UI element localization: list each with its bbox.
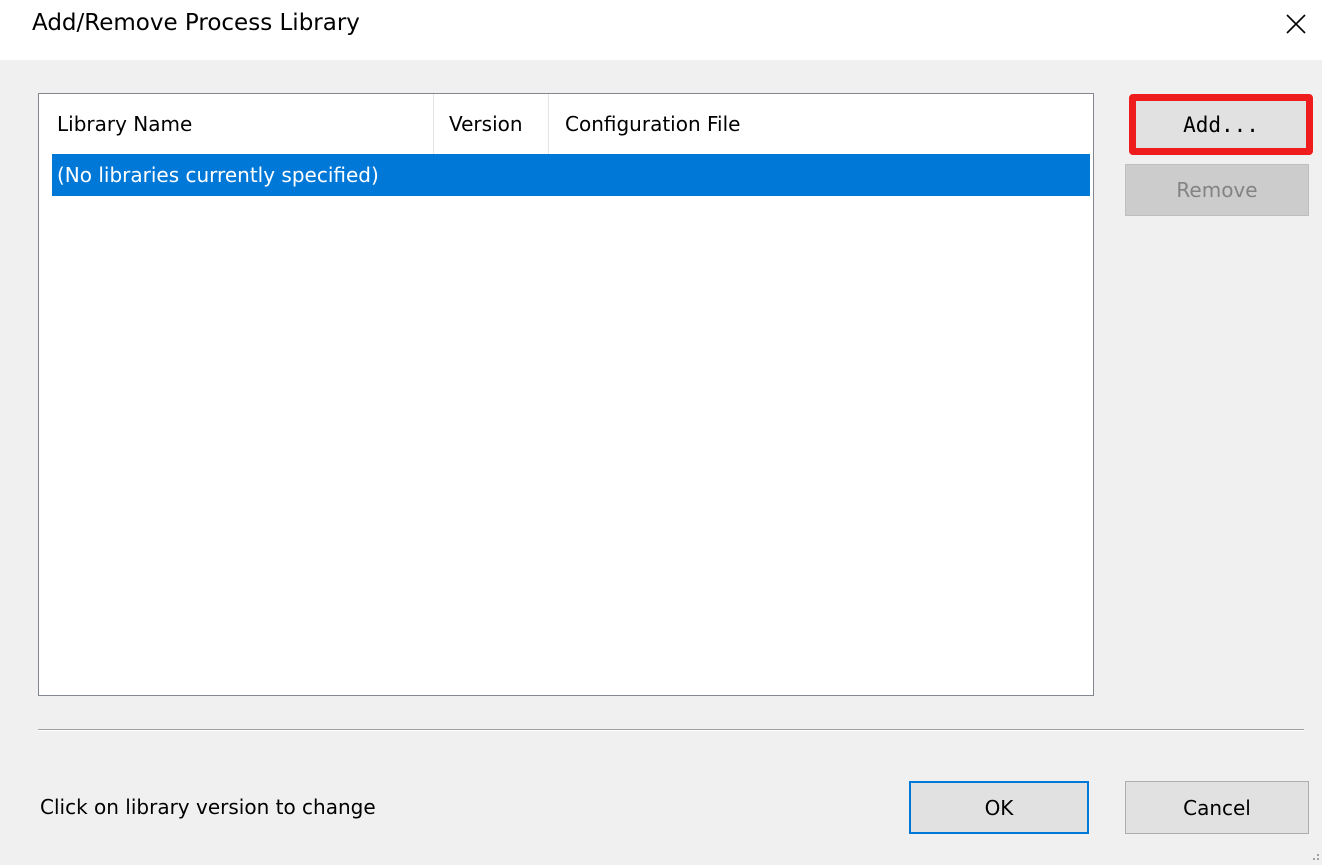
list-header: Library Name Version Configuration File [39,94,1093,154]
remove-button[interactable]: Remove [1125,164,1309,216]
dialog-window: Add/Remove Process Library Library Name … [0,0,1322,865]
resize-grip-icon[interactable] [1308,851,1320,863]
add-button-label: Add... [1183,112,1259,137]
column-header-library-name[interactable]: Library Name [39,94,434,154]
column-header-version[interactable]: Version [434,94,549,154]
add-button[interactable]: Add... [1129,94,1313,155]
dialog-title: Add/Remove Process Library [32,10,360,36]
list-item[interactable]: (No libraries currently specified) [52,154,1090,196]
column-header-configuration-file[interactable]: Configuration File [549,94,1093,154]
title-bar: Add/Remove Process Library [0,0,1322,60]
cancel-button[interactable]: Cancel [1125,781,1309,834]
ok-button[interactable]: OK [909,781,1089,834]
dialog-client-area: Library Name Version Configuration File … [0,60,1322,865]
divider [38,729,1304,731]
close-icon [1286,14,1306,34]
library-list[interactable]: Library Name Version Configuration File … [38,93,1094,696]
close-button[interactable] [1276,4,1316,44]
status-hint: Click on library version to change [40,795,376,819]
